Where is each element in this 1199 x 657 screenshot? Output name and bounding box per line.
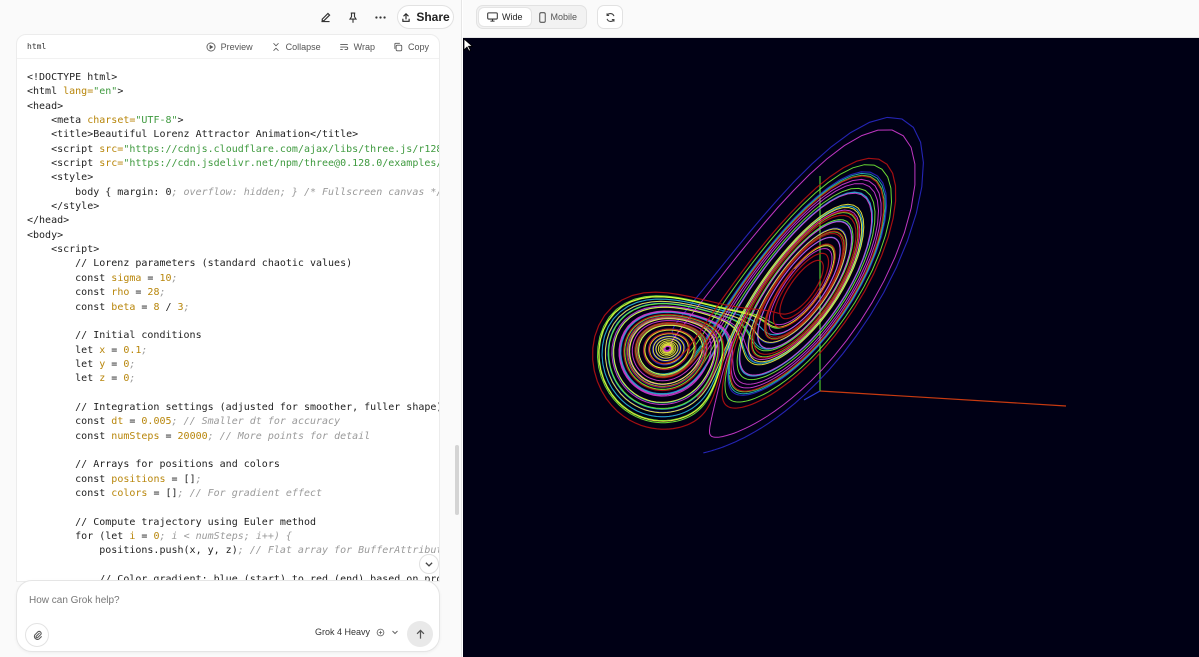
preview-canvas[interactable]: [463, 38, 1199, 657]
collapse-label: Collapse: [285, 41, 321, 52]
share-button[interactable]: Share: [397, 5, 454, 29]
code-line: // Integration settings (adjusted for sm…: [27, 401, 439, 413]
play-circle-icon: [206, 42, 216, 51]
share-label: Share: [416, 10, 450, 24]
pin-icon[interactable]: [342, 6, 364, 28]
more-icon[interactable]: [369, 6, 391, 28]
preview-label: Preview: [220, 41, 253, 52]
code-line: <head>: [27, 100, 64, 112]
view-mode-toggle: Wide Mobile: [476, 5, 587, 29]
copy-button[interactable]: Copy: [393, 42, 429, 52]
code-line: <script>: [27, 244, 100, 256]
code-line: <body>: [27, 229, 64, 241]
code-line: const dt = 0.005; // Smaller dt for accu…: [27, 416, 341, 428]
code-line: const colors = []; // For gradient effec…: [27, 487, 323, 499]
wrap-button[interactable]: Wrap: [339, 42, 375, 52]
refresh-icon: [606, 12, 614, 22]
refresh-button[interactable]: [597, 5, 623, 29]
scroll-down-button[interactable]: [419, 554, 439, 574]
copy-label: Copy: [407, 41, 429, 52]
code-block-header: html Preview Collapse Wrap Copy: [17, 35, 439, 59]
code-line: let x = 0.1;: [27, 344, 148, 356]
chat-input[interactable]: [29, 595, 419, 606]
attach-button[interactable]: [25, 623, 49, 647]
copy-icon: [394, 42, 403, 51]
lorenz-attractor-render: [592, 116, 1067, 454]
code-line: // Lorenz parameters (standard chaotic v…: [27, 258, 353, 270]
chat-pane: Share html Preview Collapse Wrap Copy <!…: [0, 0, 462, 657]
mobile-view-button[interactable]: Mobile: [533, 8, 585, 26]
code-line: let y = 0;: [27, 358, 136, 370]
code-content: <!DOCTYPE html> <html lang="en"> <head> <m…: [27, 71, 439, 581]
mouse-cursor-icon: [463, 38, 473, 52]
code-line: </style>: [27, 201, 100, 213]
code-line: // Initial conditions: [27, 330, 202, 342]
chat-composer: Grok 4 Heavy: [16, 580, 440, 652]
monitor-icon: [487, 12, 498, 22]
code-block: html Preview Collapse Wrap Copy <!DOCTYP…: [16, 34, 440, 582]
code-line: <meta charset="UTF-8">: [27, 115, 184, 127]
code-line: for (let i = 0; i < numSteps; i++) {: [27, 531, 292, 542]
code-line: // Compute trajectory using Euler method: [27, 516, 316, 528]
collapse-button[interactable]: Collapse: [271, 42, 321, 52]
code-line: const positions = [];: [27, 473, 202, 485]
code-language-label: html: [27, 42, 47, 51]
wrap-label: Wrap: [353, 41, 375, 52]
send-button[interactable]: [407, 621, 433, 647]
code-line: <script src="https://cdn.jsdelivr.net/np…: [27, 158, 439, 170]
wide-label: Wide: [501, 12, 523, 22]
code-line: <!DOCTYPE html>: [27, 72, 118, 83]
code-line: const sigma = 10;: [27, 272, 178, 284]
code-line: // Arrays for positions and colors: [27, 459, 280, 471]
code-line: const numSteps = 20000; // More points f…: [27, 430, 371, 442]
model-badge-icon: [376, 628, 385, 636]
code-line: let z = 0;: [27, 373, 136, 385]
model-selector[interactable]: Grok 4 Heavy: [315, 627, 399, 637]
preview-toolbar: Wide Mobile: [463, 0, 1199, 38]
edit-icon[interactable]: [314, 6, 336, 28]
chevron-down-icon: [425, 562, 433, 567]
scrollbar-thumb[interactable]: [455, 445, 459, 515]
model-label: Grok 4 Heavy: [315, 627, 371, 637]
code-line: const beta = 8 / 3;: [27, 301, 190, 313]
preview-button[interactable]: Preview: [206, 42, 253, 52]
share-icon: [402, 12, 410, 22]
code-line: const rho = 28;: [27, 287, 166, 299]
x-axis-line: [819, 390, 1067, 407]
top-toolbar: Share: [0, 0, 462, 34]
code-line: <style>: [27, 172, 94, 184]
phone-icon: [539, 11, 547, 23]
code-line: body { margin: 0; overflow: hidden; } /*…: [27, 186, 439, 198]
code-line: </head>: [27, 215, 70, 227]
paperclip-icon: [33, 630, 42, 640]
arrow-up-icon: [416, 628, 424, 639]
collapse-icon: [272, 42, 279, 51]
code-line: <html lang="en">: [27, 86, 124, 98]
code-line: <script src="https://cdnjs.cloudflare.co…: [27, 143, 439, 155]
wide-view-button[interactable]: Wide: [479, 8, 531, 26]
mobile-label: Mobile: [550, 12, 577, 22]
chevron-down-icon: [392, 630, 398, 635]
code-line: positions.push(x, y, z); // Flat array f…: [27, 545, 439, 557]
code-line: <title>Beautiful Lorenz Attractor Animat…: [27, 129, 359, 141]
wrap-icon: [339, 43, 348, 50]
